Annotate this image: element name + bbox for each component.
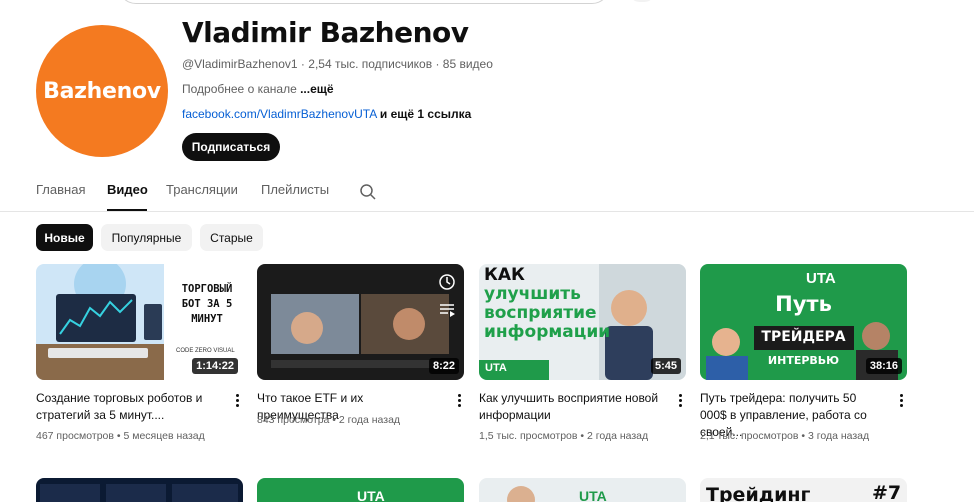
thumb-text: Путь [775, 292, 832, 316]
about-more-link[interactable]: ...ещё [300, 82, 333, 96]
view-count: 467 просмотров [36, 430, 114, 442]
more-options-icon[interactable] [455, 392, 463, 408]
video-thumbnail[interactable]: КАК улучшить восприятие информации UTA 5… [479, 264, 686, 380]
thumb-text: улучшить [484, 284, 581, 304]
thumb-subtext: CODE ZERO VISUAL [176, 348, 235, 354]
filter-old[interactable]: Старые [200, 224, 263, 251]
upload-age: 3 года назад [807, 430, 870, 442]
channel-name: Vladimir Bazhenov [182, 16, 469, 49]
tab-home[interactable]: Главная [36, 182, 85, 197]
upload-age: 2 года назад [338, 414, 401, 426]
watch-later-icon[interactable] [437, 272, 457, 292]
video-count: 85 видео [442, 57, 493, 71]
active-tab-indicator [107, 209, 147, 211]
video-thumbnail[interactable] [36, 478, 243, 502]
video-thumbnail[interactable]: 8:22 [257, 264, 464, 380]
more-options-icon[interactable] [233, 392, 241, 408]
uta-logo: UTA [357, 488, 385, 502]
video-thumbnail[interactable]: Трейдинг #7 [700, 478, 907, 502]
thumb-text: восприятие [484, 303, 597, 323]
video-duration: 8:22 [428, 358, 459, 374]
view-count: 1,5 тыс. просмотров [479, 430, 578, 442]
avatar-logo-text: Bazhenov [43, 78, 161, 104]
thumb-text: ТРЕЙДЕРА [761, 329, 846, 345]
filter-new[interactable]: Новые [36, 224, 93, 251]
add-to-queue-icon[interactable] [437, 300, 457, 320]
video-title[interactable]: Как улучшить восприятие новой информации [479, 390, 661, 424]
more-links[interactable]: и ещё 1 ссылка [380, 107, 471, 121]
search-icon[interactable] [358, 182, 378, 202]
video-stats: 1,5 тыс. просмотров • 2 года назад [479, 430, 649, 442]
thumb-text: Трейдинг [706, 484, 811, 502]
channel-meta: @VladimirBazhenov1 · 2,54 тыс. подписчик… [182, 57, 493, 71]
video-thumbnail[interactable]: UTA [257, 478, 464, 502]
video-stats: 2,1 тыс. просмотров • 3 года назад [700, 430, 870, 442]
tab-videos[interactable]: Видео [107, 182, 148, 197]
uta-logo: UTA [579, 488, 607, 502]
channel-links: facebook.com/VladimrBazhenovUTA и ещё 1 … [182, 107, 471, 121]
subscribe-button[interactable]: Подписаться [182, 133, 280, 161]
upload-age: 2 года назад [586, 430, 649, 442]
thumb-text: КАК [484, 265, 525, 285]
video-title[interactable]: Создание торговых роботов и стратегий за… [36, 390, 218, 424]
facebook-link[interactable]: facebook.com/VladimrBazhenovUTA [182, 107, 377, 121]
thumb-text: информации [484, 322, 611, 342]
filter-popular[interactable]: Популярные [101, 224, 192, 251]
channel-handle: @VladimirBazhenov1 [182, 57, 298, 71]
more-options-icon[interactable] [897, 392, 905, 408]
thumb-text: ТОРГОВЫЙ [181, 283, 233, 295]
subscriber-count: 2,54 тыс. подписчиков [308, 57, 433, 71]
thumb-number: #7 [872, 482, 902, 502]
video-stats: 843 просмотра • 2 года назад [257, 414, 401, 426]
thumbnail-art [40, 484, 238, 502]
upload-age: 5 месяцев назад [123, 430, 205, 442]
tab-live[interactable]: Трансляции [166, 182, 238, 197]
video-thumbnail[interactable]: UTA Путь ТРЕЙДЕРА ИНТЕРВЬЮ 38:16 [700, 264, 907, 380]
thumb-text: БОТ ЗА 5 [181, 298, 233, 310]
video-stats: 467 просмотров • 5 месяцев назад [36, 430, 205, 442]
video-thumbnail[interactable]: UTA [479, 478, 686, 502]
voice-search-button[interactable] [628, 0, 656, 2]
more-options-icon[interactable] [676, 392, 684, 408]
view-count: 2,1 тыс. просмотров [700, 430, 799, 442]
channel-tabs: Главная Видео Трансляции Плейлисты [0, 172, 974, 212]
channel-avatar: Bazhenov [36, 25, 168, 157]
uta-logo: UTA [806, 270, 836, 287]
video-duration: 5:45 [650, 358, 681, 374]
video-duration: 38:16 [865, 358, 902, 374]
uta-logo: UTA [485, 362, 507, 374]
view-count: 843 просмотра [257, 414, 330, 426]
search-box[interactable] [118, 0, 610, 4]
video-duration: 1:14:22 [192, 358, 238, 374]
thumb-text: МИНУТ [191, 313, 223, 325]
tab-playlists[interactable]: Плейлисты [261, 182, 329, 197]
video-thumbnail[interactable]: ТОРГОВЫЙ БОТ ЗА 5 МИНУТ CODE ZERO VISUAL… [36, 264, 243, 380]
about-text: Подробнее о канале [182, 82, 297, 96]
channel-about[interactable]: Подробнее о канале ...ещё [182, 82, 334, 96]
